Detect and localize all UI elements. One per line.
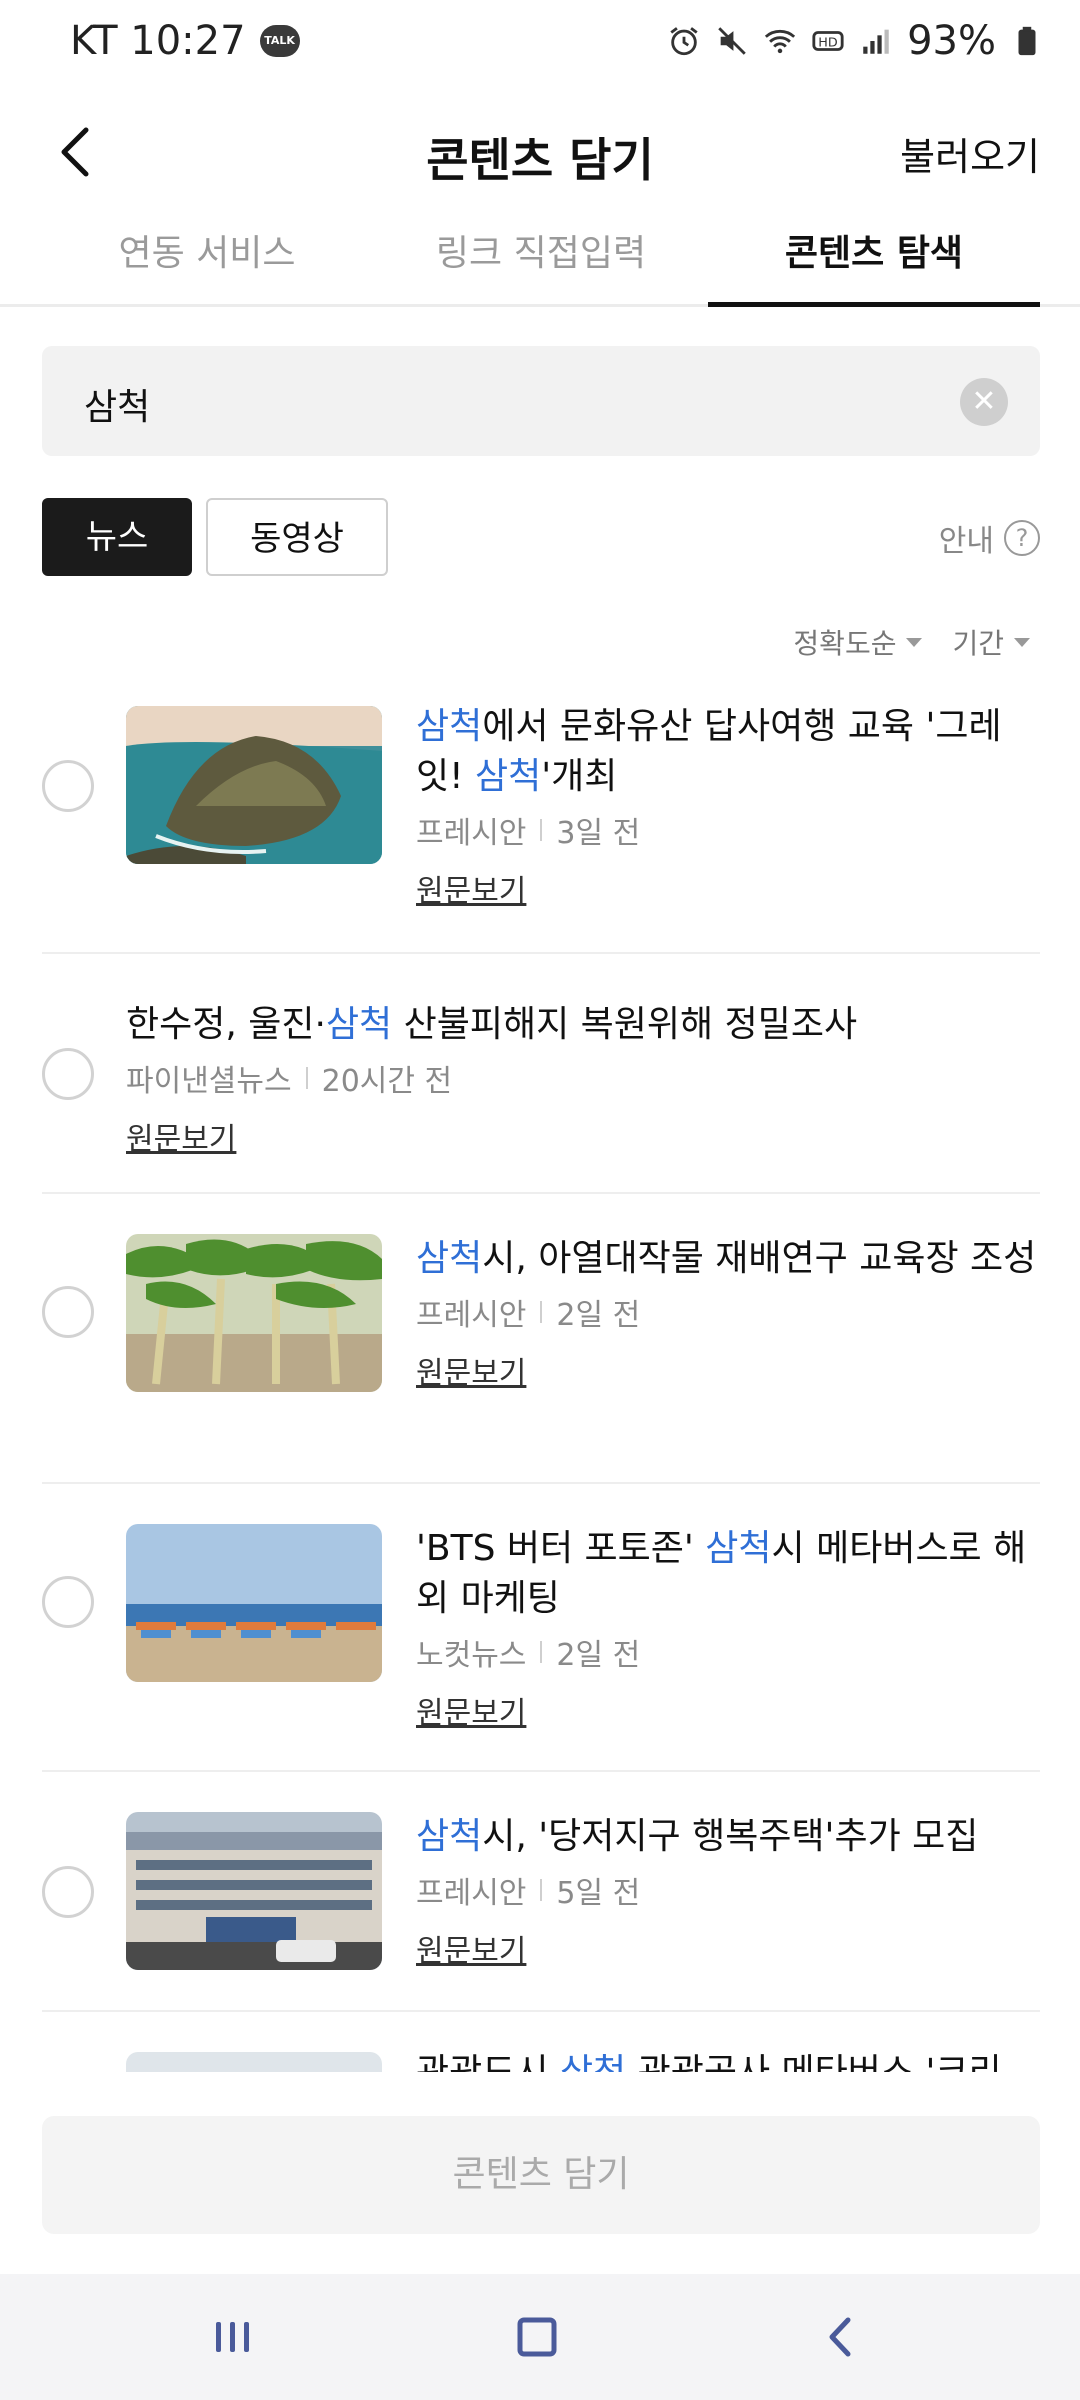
alarm-icon xyxy=(670,27,698,56)
search-input[interactable]: 삼척 xyxy=(84,378,150,430)
recent-apps-icon[interactable] xyxy=(210,2314,256,2360)
mute-icon xyxy=(718,27,746,55)
list-item[interactable]: 'BTS 버터 포토존' 삼척시 메타버스로 해외 마케팅 노컷뉴스 2일 전 … xyxy=(42,1484,1040,1772)
article-list: 삼척에서 문화유산 답사여행 교육 '그레잇! 삼척'개최 프레시안 3일 전 … xyxy=(42,680,1040,2072)
article-time: 20시간 전 xyxy=(321,1064,453,1099)
list-item[interactable]: 한수정, 울진·삼척 산불피해지 복원위해 정밀조사 파이낸셜뉴스 20시간 전… xyxy=(42,954,1040,1194)
article-time: 3일 전 xyxy=(556,816,641,851)
active-tab-indicator xyxy=(708,302,1040,307)
add-content-button[interactable]: 콘텐츠 담기 xyxy=(42,2116,1040,2234)
caret-down-icon xyxy=(1014,637,1030,647)
load-button[interactable]: 불러오기 xyxy=(900,126,1040,181)
divider xyxy=(540,1879,543,1901)
article-time: 2일 전 xyxy=(556,1298,641,1333)
article-source: 노컷뉴스 xyxy=(416,1638,527,1673)
system-nav-bar xyxy=(0,2274,1080,2400)
sort-period-dropdown[interactable]: 기간 xyxy=(952,622,1030,662)
thumbnail-banana-image xyxy=(126,1234,382,1392)
select-radio[interactable] xyxy=(42,1576,94,1628)
thumbnail-partial-image xyxy=(126,2052,382,2072)
article-source: 프레시안 xyxy=(416,816,527,851)
article-title[interactable]: 삼척시, 아열대작물 재배연구 교육장 조성 xyxy=(416,1234,1040,1284)
article-source: 프레시안 xyxy=(416,1298,527,1333)
article-title[interactable]: 삼척에서 문화유산 답사여행 교육 '그레잇! 삼척'개최 xyxy=(416,702,1040,802)
list-item[interactable]: 삼척에서 문화유산 답사여행 교육 '그레잇! 삼척'개최 프레시안 3일 전 … xyxy=(42,680,1040,954)
article-time: 5일 전 xyxy=(556,1876,641,1911)
select-radio[interactable] xyxy=(42,1866,94,1918)
divider xyxy=(540,1641,543,1663)
wifi-icon xyxy=(764,29,796,54)
list-item[interactable]: 삼척시, 아열대작물 재배연구 교육장 조성 프레시안 2일 전 원문보기 xyxy=(42,1194,1040,1484)
clear-search-icon[interactable]: ✕ xyxy=(960,378,1008,426)
filter-news-button[interactable]: 뉴스 xyxy=(42,498,192,576)
signal-icon xyxy=(863,29,889,54)
kakaotalk-icon: TALK xyxy=(259,25,300,57)
tab-linked-service[interactable]: 연동 서비스 xyxy=(42,224,372,276)
tab-direct-link[interactable]: 링크 직접입력 xyxy=(376,224,706,276)
guide-button[interactable]: 안내 ? xyxy=(939,516,1040,560)
select-radio[interactable] xyxy=(42,1286,94,1338)
article-title[interactable]: 한수정, 울진·삼척 산불피해지 복원위해 정밀조사 xyxy=(126,1000,1040,1050)
app-header: 콘텐츠 담기 불러오기 xyxy=(0,86,1080,216)
home-icon[interactable] xyxy=(514,2314,560,2360)
carrier-time: KT 10:27 xyxy=(70,18,246,64)
caret-down-icon xyxy=(906,637,923,647)
view-original-link[interactable]: 원문보기 xyxy=(416,866,526,910)
divider xyxy=(540,819,543,841)
hd-icon: HD xyxy=(812,31,844,51)
sort-accuracy-dropdown[interactable]: 정확도순 xyxy=(793,622,923,662)
divider xyxy=(540,1301,543,1323)
select-radio[interactable] xyxy=(42,760,94,812)
svg-text:HD: HD xyxy=(818,36,838,51)
article-time: 2일 전 xyxy=(556,1638,641,1673)
view-original-link[interactable]: 원문보기 xyxy=(126,1114,236,1158)
filter-video-button[interactable]: 동영상 xyxy=(206,498,388,576)
view-original-link[interactable]: 원문보기 xyxy=(416,1688,526,1732)
tab-content-explore[interactable]: 콘텐츠 탐색 xyxy=(708,224,1040,276)
sort-accuracy-label: 정확도순 xyxy=(793,627,897,660)
search-field[interactable]: 삼척 ✕ xyxy=(42,346,1040,456)
select-radio[interactable] xyxy=(42,1048,94,1100)
divider xyxy=(305,1067,308,1089)
article-title[interactable]: 'BTS 버터 포토존' 삼척시 메타버스로 해외 마케팅 xyxy=(416,1524,1040,1624)
guide-label: 안내 xyxy=(938,524,994,559)
view-original-link[interactable]: 원문보기 xyxy=(416,1926,526,1970)
status-bar: KT 10:27 TALK HD 93% xyxy=(0,0,1080,86)
sort-options: 정확도순 기간 xyxy=(793,622,1030,662)
battery-percent: 93% xyxy=(907,18,996,64)
article-title[interactable]: 관광도시 삼척 관광공사 메타버스 '크리 xyxy=(416,2048,1040,2072)
list-item[interactable]: 관광도시 삼척 관광공사 메타버스 '크리 xyxy=(42,2012,1040,2072)
thumbnail-island-image xyxy=(126,706,382,864)
sort-period-label: 기간 xyxy=(952,627,1004,660)
thumbnail-building-image xyxy=(126,1812,382,1970)
list-item[interactable]: 삼척시, '당저지구 행복주택'추가 모집 프레시안 5일 전 원문보기 xyxy=(42,1772,1040,2012)
help-icon: ? xyxy=(1004,520,1040,556)
battery-icon xyxy=(1018,26,1036,56)
back-nav-icon[interactable] xyxy=(818,2314,864,2360)
thumbnail-beach-image xyxy=(126,1524,382,1682)
tab-bar: 연동 서비스 링크 직접입력 콘텐츠 탐색 xyxy=(0,206,1080,307)
article-source: 파이낸셜뉴스 xyxy=(126,1064,292,1099)
article-source: 프레시안 xyxy=(416,1876,527,1911)
article-title[interactable]: 삼척시, '당저지구 행복주택'추가 모집 xyxy=(416,1812,1040,1862)
view-original-link[interactable]: 원문보기 xyxy=(416,1348,526,1392)
